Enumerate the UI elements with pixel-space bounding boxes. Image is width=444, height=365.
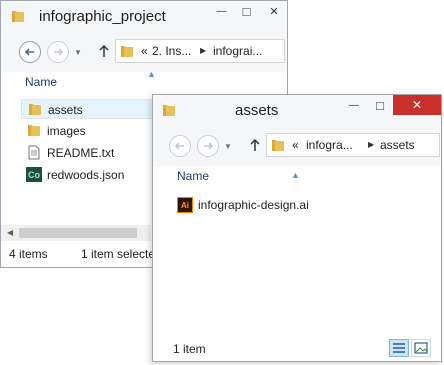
- close-button[interactable]: ✕: [393, 95, 441, 115]
- folder-icon: [29, 104, 41, 115]
- breadcrumb-part[interactable]: assets: [380, 138, 415, 152]
- illustrator-file-icon: Ai: [177, 197, 193, 213]
- breadcrumb-part[interactable]: infogra...: [306, 138, 353, 152]
- arrow-left-icon: [174, 142, 184, 150]
- back-button[interactable]: [19, 41, 41, 63]
- breadcrumb-part[interactable]: 2. Ins...: [152, 44, 191, 58]
- list-item[interactable]: images: [21, 121, 155, 141]
- window-title: infographic_project: [39, 8, 166, 25]
- large-icons-view-button[interactable]: [411, 339, 431, 357]
- list-item[interactable]: assets: [21, 99, 155, 119]
- forward-button[interactable]: [47, 41, 69, 63]
- title-bar[interactable]: infographic_project — □ ✕: [1, 1, 287, 32]
- navigation-bar: ▼ « 2. Ins... ▶ infograi...: [1, 32, 287, 72]
- item-label: images: [47, 124, 86, 138]
- arrow-right-icon: [54, 48, 64, 56]
- back-button[interactable]: [169, 135, 191, 157]
- maximize-icon: □: [376, 97, 384, 113]
- folder-icon: [11, 9, 25, 28]
- item-label: infographic-design.ai: [198, 198, 309, 212]
- folder-icon: [162, 103, 176, 122]
- status-selection: 1 item selecte: [81, 247, 156, 261]
- close-icon: ✕: [269, 5, 279, 18]
- breadcrumb-overflow[interactable]: «: [292, 138, 299, 152]
- breadcrumb-chevron-icon[interactable]: ▶: [368, 140, 374, 149]
- address-bar[interactable]: « 2. Ins... ▶ infograi...: [115, 39, 285, 63]
- json-file-icon: Co: [26, 167, 42, 182]
- item-label: redwoods.json: [47, 168, 125, 182]
- list-item[interactable]: README.txt: [21, 143, 155, 163]
- maximize-button[interactable]: □: [234, 1, 259, 21]
- forward-button[interactable]: [197, 135, 219, 157]
- folder-icon: [28, 125, 40, 136]
- list-item[interactable]: Ai infographic-design.ai: [173, 195, 353, 215]
- details-view-icon: [393, 343, 405, 353]
- minimize-button[interactable]: —: [341, 95, 367, 115]
- up-arrow-icon[interactable]: [97, 43, 111, 59]
- status-item-count: 1 item: [173, 342, 206, 356]
- column-header-name[interactable]: Name: [25, 75, 57, 89]
- recent-locations-chevron-icon[interactable]: ▼: [224, 142, 232, 151]
- close-button[interactable]: ✕: [259, 1, 287, 21]
- navigation-bar: ▼ « infogra... ▶ assets: [153, 126, 441, 166]
- minimize-icon: —: [216, 5, 227, 17]
- breadcrumb-part[interactable]: infograi...: [213, 44, 262, 58]
- folder-icon: [121, 46, 133, 57]
- sort-ascending-icon: ▲: [147, 69, 156, 79]
- title-bar[interactable]: assets — □ ✕: [153, 95, 441, 126]
- sort-ascending-icon: ▲: [291, 170, 300, 180]
- status-item-count: 4 items: [9, 247, 48, 261]
- folder-icon: [272, 140, 284, 151]
- window-title: assets: [235, 102, 279, 119]
- horizontal-scrollbar[interactable]: ◀: [1, 225, 151, 241]
- arrow-left-icon: [24, 48, 34, 56]
- up-arrow-icon[interactable]: [248, 137, 262, 153]
- scroll-left-icon[interactable]: ◀: [7, 228, 13, 237]
- scrollbar-thumb[interactable]: [19, 228, 137, 238]
- breadcrumb-overflow[interactable]: «: [141, 44, 148, 58]
- list-item[interactable]: Co redwoods.json: [21, 165, 155, 185]
- minimize-button[interactable]: —: [209, 1, 234, 21]
- front-explorer-window: assets — □ ✕ ▼ « infogra... ▶ assets ▲ N…: [152, 94, 442, 362]
- item-label: README.txt: [47, 146, 115, 160]
- arrow-right-icon: [204, 142, 214, 150]
- recent-locations-chevron-icon[interactable]: ▼: [74, 48, 82, 57]
- text-file-icon: [28, 145, 40, 160]
- minimize-icon: —: [349, 99, 359, 111]
- large-icons-view-icon: [414, 342, 428, 354]
- item-label: assets: [48, 103, 83, 117]
- address-bar[interactable]: « infogra... ▶ assets: [266, 133, 440, 157]
- breadcrumb-chevron-icon[interactable]: ▶: [200, 46, 206, 55]
- close-icon: ✕: [411, 98, 423, 112]
- maximize-icon: □: [242, 3, 251, 19]
- maximize-button[interactable]: □: [367, 95, 393, 115]
- column-header-name[interactable]: Name: [177, 169, 209, 183]
- details-view-button[interactable]: [389, 339, 409, 357]
